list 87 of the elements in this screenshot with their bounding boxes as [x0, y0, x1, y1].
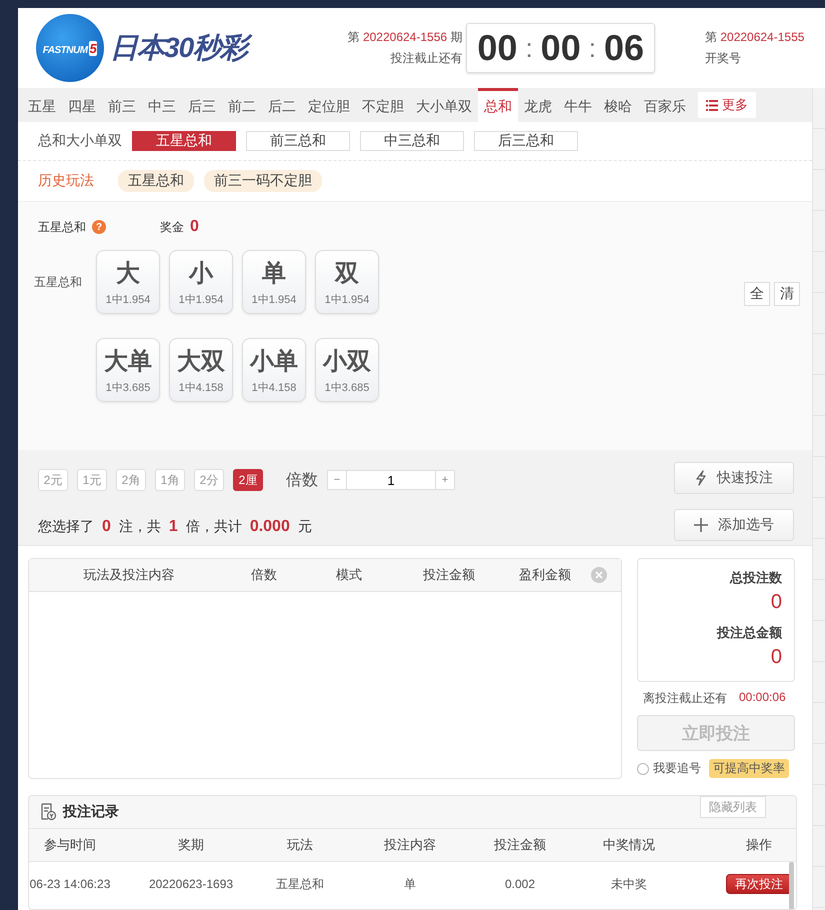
deadline-timer: 00:00:06: [739, 690, 786, 706]
draw-numbers-caption: 开奖号: [705, 50, 741, 67]
play-tab[interactable]: 后二: [262, 88, 302, 122]
history-chip[interactable]: 前三一码不定胆: [204, 170, 322, 192]
subplay-tab[interactable]: 前三总和: [246, 131, 350, 151]
bet-option-button[interactable]: 小单 1中4.158: [242, 338, 306, 402]
bet-option-button[interactable]: 小 1中1.954: [169, 250, 233, 314]
play-tab[interactable]: 定位胆: [302, 88, 356, 122]
bet-option-button[interactable]: 大 1中1.954: [96, 250, 160, 314]
subplay-tab[interactable]: 五星总和: [132, 131, 236, 151]
records-title: 投注记录: [63, 803, 119, 821]
deadline-caption: 投注截止还有: [390, 50, 462, 67]
play-tab[interactable]: 不定胆: [356, 88, 410, 122]
quick-select-button[interactable]: 清: [774, 282, 800, 306]
play-tab[interactable]: 大小单双: [410, 88, 478, 122]
table-cell-text: 五星总和: [275, 876, 325, 892]
subplay-tab[interactable]: 后三总和: [474, 131, 578, 151]
column-header: 玩法及投注内容: [82, 566, 176, 584]
play-tab[interactable]: 百家乐: [638, 88, 692, 122]
multiplier-field[interactable]: − 1 +: [327, 470, 455, 490]
bet-amount-value: 0: [770, 646, 782, 669]
play-tab[interactable]: 五星: [22, 88, 62, 122]
bet-option-button[interactable]: 大双 1中4.158: [169, 338, 233, 402]
column-header: 奖期: [177, 836, 205, 854]
history-label: 历史玩法: [38, 172, 94, 190]
document-icon: [39, 803, 57, 821]
chase-tip: 可提高中奖率: [709, 759, 789, 778]
rebet-button[interactable]: 再次投注: [726, 874, 792, 894]
history-chip[interactable]: 五星总和: [118, 170, 194, 192]
column-header: 中奖情况: [602, 836, 656, 854]
row-label: 五星总和: [34, 274, 83, 290]
play-tab[interactable]: 四星: [62, 88, 102, 122]
table-cell-text: 单: [403, 876, 417, 892]
play-tab[interactable]: 中三: [142, 88, 182, 122]
bet-option-button[interactable]: 小双 1中3.685: [315, 338, 379, 402]
deadline-label: 离投注截止还有: [643, 690, 727, 707]
chase-label: 我要追号: [653, 760, 701, 777]
add-selection-button[interactable]: 添加选号: [674, 508, 794, 540]
play-tab[interactable]: 总和: [478, 88, 518, 122]
table-cell-text: 未中奖: [610, 876, 648, 892]
bet-count-label: 总投注数: [730, 569, 782, 587]
play-tab[interactable]: 牛牛: [558, 88, 598, 122]
plus-icon: [694, 518, 708, 532]
bet-amount-label: 投注总金额: [717, 624, 782, 642]
column-header: 倍数: [250, 566, 278, 584]
play-tab[interactable]: 前三: [102, 88, 142, 122]
close-icon[interactable]: [591, 567, 607, 583]
play-tab[interactable]: 龙虎: [518, 88, 558, 122]
column-header: 玩法: [286, 836, 314, 854]
countdown-timer: 00 : 00 : 06: [466, 23, 655, 73]
subplay-tab[interactable]: 中三总和: [360, 131, 464, 151]
prize-label: 奖金: [160, 218, 184, 236]
column-header: 盈利金额: [518, 566, 572, 584]
table-cell: 06-23 14:06:23: [29, 877, 111, 891]
bet-option-button[interactable]: 大单 1中3.685: [96, 338, 160, 402]
play-tab[interactable]: 前二: [222, 88, 262, 122]
column-header: 模式: [335, 566, 363, 584]
quick-select-button[interactable]: 全: [744, 282, 770, 306]
more-button[interactable]: 更多: [698, 92, 756, 118]
chase-radio[interactable]: [637, 762, 649, 774]
quick-bet-button[interactable]: 快速投注: [674, 462, 794, 494]
play-tab[interactable]: 梭哈: [598, 88, 638, 122]
bet-count-value: 0: [770, 591, 782, 614]
bet-option-button[interactable]: 单 1中1.954: [242, 250, 306, 314]
list-icon: [706, 100, 718, 110]
column-header: 操作: [745, 836, 773, 854]
table-cell-text: 0.002: [504, 877, 536, 891]
table-cell-text: 20220623-1693: [148, 877, 234, 891]
logo-title: 日本30秒彩: [108, 28, 254, 68]
column-header: 投注内容: [383, 836, 437, 854]
play-tab[interactable]: 后三: [182, 88, 222, 122]
subgroup-label: 总和大小单双: [38, 132, 122, 150]
column-header: 投注金额: [422, 566, 476, 584]
bet-option-button[interactable]: 双 1中1.954: [315, 250, 379, 314]
play-name: 五星总和: [38, 218, 86, 236]
column-header: 投注金额: [493, 836, 547, 854]
prize-value: 0: [190, 218, 199, 236]
multiplier-input[interactable]: 1: [346, 471, 436, 490]
previous-issue: 第 20220624-1555: [705, 29, 804, 46]
unit-button[interactable]: 2厘: [233, 469, 263, 492]
multiplier-label: 倍数: [286, 470, 318, 491]
logo-badge: FASTNUM5: [36, 14, 104, 82]
lightning-icon: [695, 470, 707, 486]
selection-summary: 您选择了 0 注，共 1 倍，共计 0.000 元: [38, 516, 313, 537]
column-header: 参与时间: [43, 836, 97, 854]
current-issue: 第 20220624-1556 期: [348, 29, 462, 46]
scrollbar[interactable]: [789, 862, 794, 909]
